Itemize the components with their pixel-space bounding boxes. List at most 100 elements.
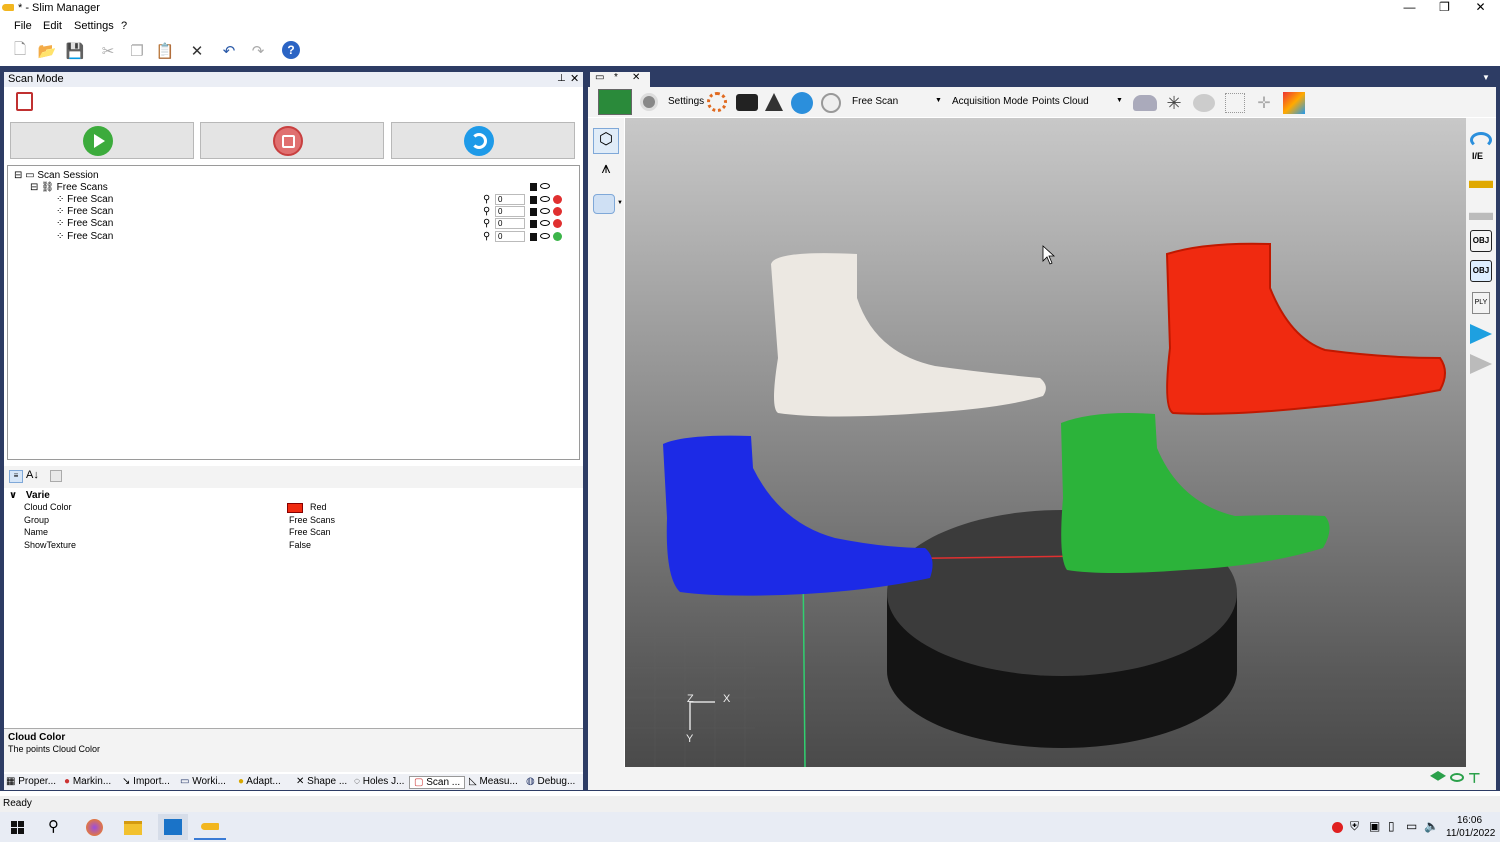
reset-scan-button[interactable] xyxy=(391,122,575,159)
prop-row-showtexture[interactable]: ShowTexture False xyxy=(4,540,583,552)
nvidia-icon[interactable]: ▣ xyxy=(1369,819,1380,833)
point-size-input[interactable]: 0 xyxy=(495,206,525,217)
zoom-tool-icon[interactable] xyxy=(593,194,615,214)
acquisition-mode-select[interactable]: Points Cloud ▼ xyxy=(1030,93,1124,111)
menu-edit[interactable]: Edit xyxy=(43,20,62,32)
ply-icon[interactable]: PLY xyxy=(1472,292,1490,314)
search-icon[interactable]: ⚲ xyxy=(48,817,59,835)
point-size-input[interactable]: 0 xyxy=(495,231,525,242)
point-size-input[interactable]: 0 xyxy=(495,218,525,229)
tree-item[interactable]: ⁘ Free Scan xyxy=(56,231,113,242)
eye-icon[interactable] xyxy=(540,208,550,214)
tree-root[interactable]: ⊟ ▭ Scan Session xyxy=(14,170,99,181)
dropdown-arrow-icon[interactable]: ▼ xyxy=(1482,73,1490,82)
tree-item[interactable]: ⁘ Free Scan xyxy=(56,194,113,205)
restore-button[interactable]: ❐ xyxy=(1427,0,1462,17)
calibration-icon[interactable] xyxy=(791,92,813,114)
camera-sensor-icon[interactable] xyxy=(640,93,658,111)
stop-scan-button[interactable] xyxy=(200,122,384,159)
eye-icon[interactable] xyxy=(540,183,550,189)
send-disabled-icon[interactable] xyxy=(1470,354,1492,374)
cube-view-icon[interactable]: ⬡ xyxy=(593,128,619,154)
scanner-icon[interactable] xyxy=(598,89,632,115)
document-tab[interactable]: ▭ * ✕ xyxy=(590,72,650,87)
security-icon[interactable]: ⛨ xyxy=(1350,819,1359,834)
undo-icon[interactable]: ↶ xyxy=(219,41,239,61)
mesh-icon[interactable] xyxy=(1133,95,1157,111)
color-dot[interactable] xyxy=(553,219,562,228)
zoom-icon[interactable]: ⚲ xyxy=(483,194,490,205)
copy-icon[interactable]: ❐ xyxy=(127,41,147,61)
scan-type-select[interactable]: Free Scan ▼ xyxy=(849,93,942,111)
close-button[interactable]: ✕ xyxy=(1463,0,1498,17)
help-icon[interactable]: ? xyxy=(282,41,300,59)
camera-icon[interactable] xyxy=(736,94,758,111)
category-header[interactable]: ∨ Varie xyxy=(9,490,50,501)
pin-icon[interactable]: ⊥ xyxy=(557,73,566,84)
categorized-icon[interactable]: ≡ xyxy=(9,470,23,483)
color-dot[interactable] xyxy=(553,207,562,216)
tab-shape[interactable]: ✕ Shape ... xyxy=(296,776,347,787)
file-explorer-icon[interactable] xyxy=(124,821,142,835)
tab-measure[interactable]: ◺ Measu... xyxy=(469,776,518,787)
property-pages-icon[interactable] xyxy=(50,470,62,482)
lock-icon[interactable] xyxy=(530,196,537,204)
zoom-icon[interactable]: ⚲ xyxy=(483,206,490,217)
paste-icon[interactable]: 📋 xyxy=(155,41,175,61)
lock-icon[interactable] xyxy=(530,220,537,228)
tab-import[interactable]: ↘ Import... xyxy=(122,776,170,787)
obj-import-icon[interactable]: OBJ xyxy=(1470,260,1492,282)
exposure-icon[interactable] xyxy=(707,92,727,112)
import-icon[interactable] xyxy=(1469,180,1493,188)
firefox-icon[interactable] xyxy=(86,819,103,836)
menu-settings[interactable]: Settings xyxy=(74,20,114,32)
lock-icon[interactable] xyxy=(530,233,537,241)
clock-time[interactable]: 16:06 xyxy=(1457,815,1482,826)
tab-marking[interactable]: ● Markin... xyxy=(64,776,111,787)
start-icon[interactable] xyxy=(11,821,24,834)
tab-scan[interactable]: ▢ Scan ... xyxy=(409,776,466,789)
tab-holes[interactable]: ◌ Holes J... xyxy=(354,776,404,787)
target-icon[interactable] xyxy=(821,93,841,113)
tab-properties[interactable]: ▦ Proper... xyxy=(6,776,56,787)
pin-tool-icon[interactable]: ⊤ xyxy=(1468,770,1482,786)
zoom-dropdown-icon[interactable]: ▼ xyxy=(617,200,623,206)
usb-icon[interactable]: ▯ xyxy=(1388,819,1395,833)
clock-date[interactable]: 11/01/2022 xyxy=(1446,828,1495,839)
tree-group[interactable]: ⊟ ⛓ Free Scans xyxy=(30,182,108,193)
tab-adapt[interactable]: ● Adapt... xyxy=(238,776,281,787)
save-icon[interactable]: 💾 xyxy=(65,41,85,61)
network-tray-icon[interactable]: ▭ xyxy=(1406,819,1417,833)
tab-working[interactable]: ▭ Worki... xyxy=(180,776,226,787)
tab-debug[interactable]: ◍ Debug... xyxy=(526,776,575,787)
record-icon[interactable] xyxy=(1332,822,1343,833)
volume-mute-icon[interactable]: 🔈 xyxy=(1424,819,1439,833)
eye-icon[interactable] xyxy=(540,220,550,226)
color-dot[interactable] xyxy=(553,195,562,204)
obj-export-icon[interactable]: OBJ xyxy=(1470,230,1492,252)
zoom-icon[interactable]: ⚲ xyxy=(483,231,490,242)
visibility-icon[interactable] xyxy=(1450,773,1464,782)
settings-label[interactable]: Settings xyxy=(668,96,704,107)
eye-icon[interactable] xyxy=(540,196,550,202)
export-icon[interactable] xyxy=(1469,212,1493,220)
cut-icon[interactable]: ✂ xyxy=(98,41,118,61)
sort-az-icon[interactable]: A↓ xyxy=(26,469,39,481)
clear-icon[interactable] xyxy=(16,92,33,111)
grid-icon[interactable] xyxy=(1225,93,1245,113)
network-icon[interactable]: ✳ xyxy=(1163,92,1185,114)
open-folder-icon[interactable]: 📂 xyxy=(37,41,57,61)
taskbar-slim-manager[interactable] xyxy=(194,814,226,840)
import-export-icon[interactable] xyxy=(1470,132,1492,148)
send-icon[interactable] xyxy=(1470,324,1492,344)
tab-close-icon[interactable]: ✕ xyxy=(632,72,640,83)
panel-close-icon[interactable]: ✕ xyxy=(570,72,579,85)
taskbar-app-active[interactable] xyxy=(158,814,188,840)
new-file-icon[interactable]: 🗋 xyxy=(10,41,30,61)
delete-icon[interactable]: ✕ xyxy=(187,41,207,61)
projector-icon[interactable] xyxy=(765,93,783,111)
eye-icon[interactable] xyxy=(540,233,550,239)
3d-viewport[interactable]: X Y Z xyxy=(625,118,1466,767)
lock-icon[interactable] xyxy=(530,208,537,216)
color-map-icon[interactable] xyxy=(1283,92,1305,114)
